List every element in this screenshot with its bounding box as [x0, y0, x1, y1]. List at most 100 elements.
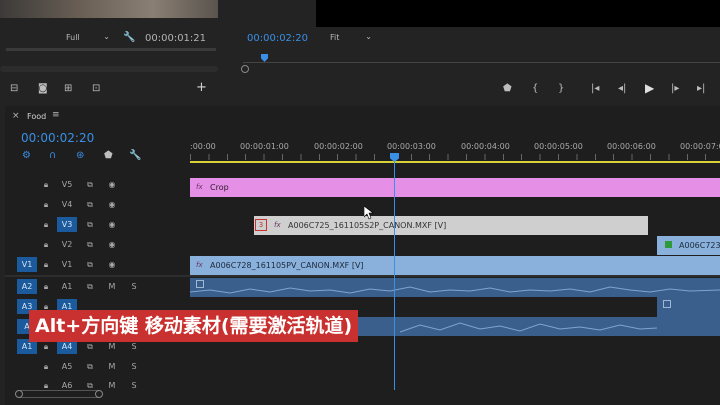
clip-label: Crop — [210, 183, 229, 192]
timeline-close-button[interactable]: × — [12, 111, 20, 121]
chevron-down-icon: ⌄ — [365, 32, 372, 41]
v1-clip[interactable]: fx A006C728_161105PV_CANON.MXF [V] — [190, 256, 720, 275]
go-to-in-icon[interactable]: |◂ — [591, 84, 599, 94]
source-monitor-panel: Full ⌄ 🔧 00:00:01:21 ⊟ ◙ ⊞ ⊡ + — [0, 0, 228, 104]
crop-adjustment-clip[interactable]: fx Crop — [190, 178, 720, 197]
track-name[interactable]: V4 — [57, 197, 77, 212]
track-header-v3: 🔒︎ V3 ⧉ ◉ — [5, 215, 195, 234]
track-name[interactable]: A1 — [57, 279, 77, 294]
sequence-tab[interactable]: Food — [27, 112, 46, 121]
lock-icon[interactable]: 🔒︎ — [40, 359, 52, 374]
mute-button[interactable]: M — [105, 378, 119, 393]
clip-label: A006C728_161105PV_CANON.MXF [V] — [210, 261, 364, 270]
lock-icon[interactable]: 🔒︎ — [40, 197, 52, 212]
solo-button[interactable]: S — [127, 359, 141, 374]
camera-icon[interactable]: ◙ — [38, 84, 48, 94]
overwrite-icon[interactable]: ⊡ — [92, 84, 100, 94]
mark-out-icon[interactable]: } — [558, 84, 564, 94]
eye-icon[interactable]: ◉ — [105, 257, 119, 272]
tutorial-caption: Alt+方向键 移动素材(需要激活轨道) — [29, 310, 359, 342]
eye-icon[interactable]: ◉ — [105, 177, 119, 192]
eye-icon[interactable]: ◉ — [105, 217, 119, 232]
mute-button[interactable]: M — [105, 279, 119, 294]
step-back-icon[interactable]: ◂| — [618, 84, 626, 94]
fx-badge: fx — [196, 261, 203, 269]
lock-icon[interactable]: 🔒︎ — [40, 237, 52, 252]
go-to-out-icon[interactable]: ▸| — [697, 84, 705, 94]
sync-lock-icon[interactable]: ⧉ — [83, 197, 97, 212]
program-monitor-panel: 00:00:02:20 Fit ⌄ ⬟ { } |◂ ◂| ▶ |▸ ▸| — [229, 0, 720, 104]
program-scroll-handle[interactable] — [241, 65, 249, 73]
wrench-icon[interactable]: 🔧 — [123, 33, 135, 43]
track-name[interactable]: V2 — [57, 237, 77, 252]
magnet-icon[interactable]: ∩ — [49, 151, 56, 161]
lock-icon[interactable]: 🔒︎ — [40, 217, 52, 232]
program-fit-value: Fit — [330, 33, 340, 42]
timeline-settings-icon[interactable]: 🔧 — [129, 151, 141, 161]
sync-lock-icon[interactable]: ⧉ — [83, 177, 97, 192]
sync-lock-icon[interactable]: ⧉ — [83, 279, 97, 294]
track-header-v1: V1 🔒︎ V1 ⧉ ◉ — [5, 255, 195, 274]
sync-lock-icon[interactable]: ⧉ — [83, 237, 97, 252]
lock-icon[interactable]: 🔒︎ — [40, 177, 52, 192]
insert-icon[interactable]: ⊟ — [10, 84, 18, 94]
track-name[interactable]: V3 — [57, 217, 77, 232]
a3-audio-clip-right[interactable] — [657, 317, 720, 336]
lock-icon[interactable]: 🔒︎ — [40, 257, 52, 272]
add-button-icon[interactable]: + — [196, 81, 207, 94]
track-header-a5: 🔒︎ A5 ⧉ M S — [5, 357, 195, 376]
program-scrub-bar[interactable] — [243, 62, 720, 63]
panel-menu-icon[interactable]: ≡ — [52, 110, 60, 120]
fx-badge: fx — [196, 183, 203, 191]
export-frame-icon[interactable]: ⊞ — [64, 84, 72, 94]
program-fit-dropdown[interactable]: Fit ⌄ — [330, 32, 376, 45]
program-video-frame — [316, 0, 720, 27]
sync-lock-icon[interactable]: ⧉ — [83, 359, 97, 374]
a1-audio-clip[interactable] — [190, 278, 720, 297]
v3-clip[interactable]: 3 fx A006C725_161105S2P_CANON.MXF [V] — [254, 216, 648, 235]
chevron-down-icon: ⌄ — [103, 32, 110, 41]
track-header-v4: 🔒︎ V4 ⧉ ◉ — [5, 195, 195, 214]
clip-color-label — [665, 241, 672, 248]
sync-lock-icon[interactable]: ⧉ — [83, 257, 97, 272]
source-timecode: 00:00:01:21 — [145, 33, 207, 44]
solo-button[interactable]: S — [127, 378, 141, 393]
solo-button[interactable]: S — [127, 279, 141, 294]
snap-settings-icon[interactable]: ⚙ — [22, 151, 31, 161]
scroll-handle-right[interactable] — [95, 390, 103, 398]
linked-selection-icon[interactable]: ⊛ — [76, 151, 84, 161]
a2-audio-clip[interactable] — [657, 297, 720, 317]
program-playhead-marker[interactable] — [261, 54, 268, 62]
lock-icon[interactable]: 🔒︎ — [40, 279, 52, 294]
source-zoom-value: Full — [66, 33, 80, 42]
sync-lock-icon[interactable]: ⧉ — [83, 217, 97, 232]
step-forward-icon[interactable]: |▸ — [671, 84, 679, 94]
source-zoom-dropdown[interactable]: Full ⌄ — [66, 32, 114, 45]
play-icon[interactable]: ▶ — [645, 82, 654, 94]
eye-icon[interactable]: ◉ — [105, 197, 119, 212]
ruler-label: :00:00 — [190, 142, 216, 151]
track-name[interactable]: A5 — [57, 359, 77, 374]
track-name[interactable]: V1 — [57, 257, 77, 272]
eye-icon[interactable]: ◉ — [105, 237, 119, 252]
source-scrub-bar[interactable] — [6, 48, 216, 51]
mark-in-icon[interactable]: { — [532, 84, 538, 94]
ruler-label: 00:00:02:00 — [314, 142, 363, 151]
scroll-handle-left[interactable] — [15, 390, 23, 398]
v2-clip[interactable]: A006C723 — [657, 236, 720, 255]
ruler-label: 00:00:06:00 — [607, 142, 656, 151]
source-patch[interactable]: V1 — [17, 257, 37, 272]
mute-button[interactable]: M — [105, 359, 119, 374]
work-area-bar[interactable] — [190, 161, 720, 163]
marker-icon[interactable]: ⬟ — [503, 84, 512, 94]
ruler-label: 00:00:07:0 — [680, 142, 720, 151]
source-scrollbar[interactable] — [0, 66, 218, 72]
add-marker-icon[interactable]: ⬟ — [104, 151, 113, 161]
ruler-label: 00:00:03:00 — [387, 142, 436, 151]
source-patch[interactable]: A2 — [17, 279, 37, 294]
timeline-scrollbar[interactable] — [15, 390, 103, 398]
audio-waveform — [190, 286, 720, 294]
time-ruler[interactable]: :00:00 00:00:01:00 00:00:02:00 00:00:03:… — [190, 130, 720, 165]
track-header-v5: 🔒︎ V5 ⧉ ◉ — [5, 175, 195, 194]
track-name[interactable]: V5 — [57, 177, 77, 192]
